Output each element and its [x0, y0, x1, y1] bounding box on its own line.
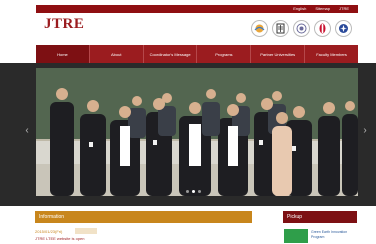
information-title: Information: [39, 214, 65, 220]
slider-prev-icon[interactable]: ‹: [22, 125, 32, 137]
nav-coordinators-message[interactable]: Coordinator's Message: [144, 45, 198, 63]
partner-logo-4-icon[interactable]: [314, 20, 331, 37]
slider-dot-2[interactable]: [192, 190, 195, 193]
slider-dot-3[interactable]: [198, 190, 201, 193]
partner-logos: [251, 20, 352, 37]
slider-dots: [186, 190, 201, 193]
pickup-title: Pickup: [287, 214, 303, 220]
partner-logo-1-icon[interactable]: [251, 20, 268, 37]
utility-links: English Sitemap JTRE: [293, 5, 358, 13]
logo-mark: JTRE: [44, 16, 85, 32]
group-photo-image: [36, 68, 358, 196]
news-date: 2015/01/23(Fri): [35, 229, 63, 234]
news-category-badge: [75, 228, 97, 234]
jtre-link[interactable]: JTRE: [339, 5, 349, 13]
nav-faculty-members[interactable]: Faculty Members: [305, 45, 358, 63]
partner-logo-3-icon[interactable]: [293, 20, 310, 37]
partner-logo-2-icon[interactable]: [272, 20, 289, 37]
utility-bar: English Sitemap JTRE: [36, 5, 358, 13]
pickup-thumbnail[interactable]: [284, 229, 308, 243]
nav-about[interactable]: About: [90, 45, 144, 63]
information-header: Information: [35, 211, 252, 223]
english-link[interactable]: English: [293, 5, 306, 13]
nav-home[interactable]: Home: [36, 45, 90, 63]
pickup-header: Pickup: [283, 211, 357, 223]
slider-next-icon[interactable]: ›: [360, 125, 370, 137]
pickup-link[interactable]: Green Earth Innovation Program: [311, 230, 357, 240]
group-photo: [36, 68, 358, 196]
slider-dot-1[interactable]: [186, 190, 189, 193]
nav-programs[interactable]: Programs: [197, 45, 252, 63]
main-navigation: Home About Coordinator's Message Program…: [36, 45, 358, 63]
partner-logo-5-icon[interactable]: [335, 20, 352, 37]
news-link[interactable]: JTRE LTEE website is open: [35, 236, 85, 241]
site-logo[interactable]: JTRE: [44, 16, 87, 32]
hero-slider: ‹ ›: [0, 63, 376, 206]
nav-partner-universities[interactable]: Partner Universities: [251, 45, 306, 63]
sitemap-link[interactable]: Sitemap: [315, 5, 330, 13]
